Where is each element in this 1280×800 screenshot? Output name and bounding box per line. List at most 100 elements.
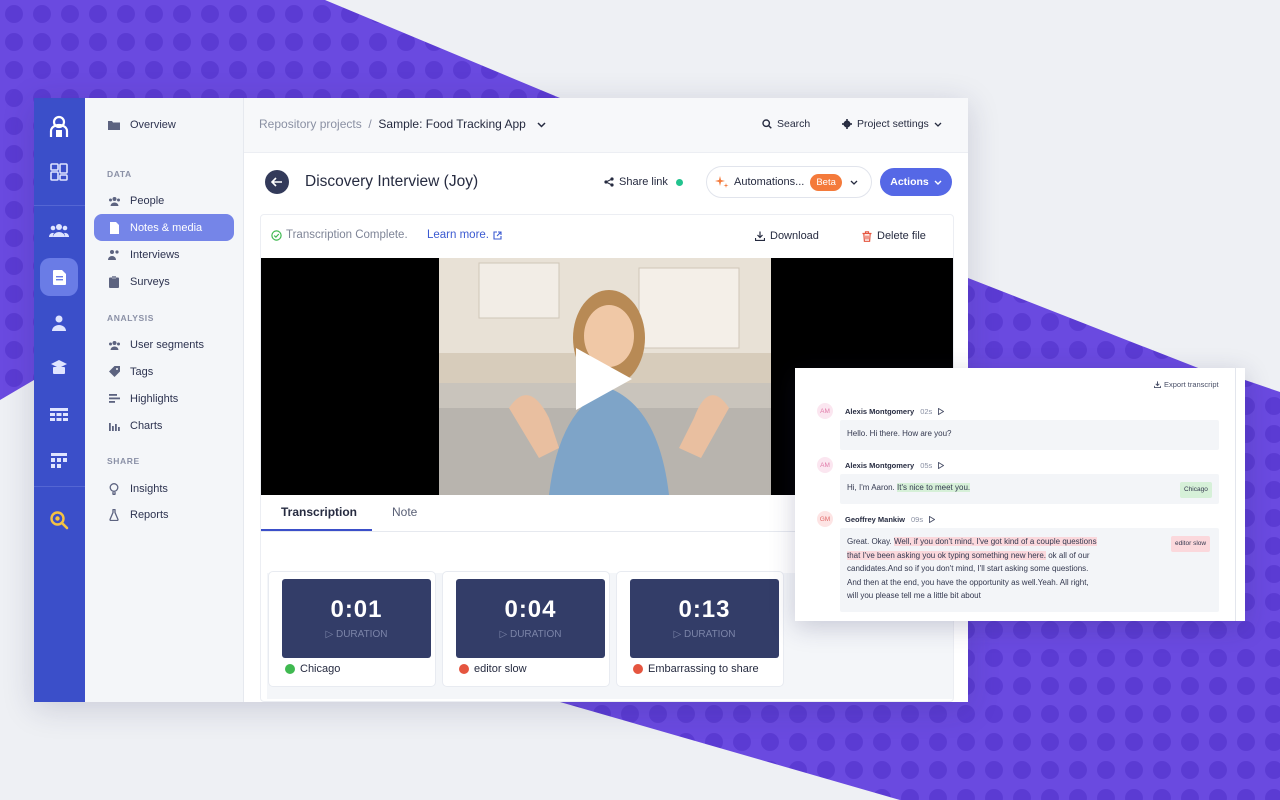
- table-rail-icon[interactable]: [40, 396, 78, 434]
- logo-icon[interactable]: [40, 108, 78, 146]
- automations-button[interactable]: Automations... Beta: [706, 166, 872, 198]
- sidebar-item-user-segments[interactable]: User segments: [94, 331, 234, 358]
- highlight-tag-label: Chicago: [300, 663, 341, 675]
- learn-more-label: Learn more.: [427, 229, 490, 241]
- export-transcript-button[interactable]: Export transcript: [1154, 380, 1219, 389]
- highlighted-text[interactable]: that I've been asking you ok typing some…: [847, 550, 1046, 560]
- sidebar-item-highlights[interactable]: Highlights: [94, 385, 234, 412]
- sidebar-item-label: Notes & media: [130, 221, 203, 234]
- highlight-card[interactable]: 0:13 ▷ DURATION Embarrassing to share: [616, 571, 784, 687]
- message-text: Hello. Hi there. How are you?: [847, 429, 952, 438]
- play-icon[interactable]: [938, 461, 945, 469]
- play-icon[interactable]: [929, 515, 936, 523]
- timestamp[interactable]: 09s: [911, 515, 923, 524]
- actions-button[interactable]: Actions: [880, 168, 952, 196]
- download-label: Download: [770, 230, 819, 242]
- highlighted-text[interactable]: It's nice to meet you.: [897, 483, 971, 492]
- chevron-down-icon[interactable]: [537, 122, 546, 128]
- speaker-row: GM Geoffrey Mankiw 09s: [817, 511, 936, 527]
- tab-transcription[interactable]: Transcription: [281, 505, 357, 519]
- message-text: Hi, I'm Aaron.: [847, 483, 895, 492]
- speaker-row: AM Alexis Montgomery 05s: [817, 457, 945, 473]
- delete-file-button[interactable]: Delete file: [862, 230, 926, 242]
- sidebar-item-label: Highlights: [130, 392, 179, 405]
- highlight-thumbnail[interactable]: 0:04 ▷ DURATION: [456, 579, 605, 658]
- sidebar-item-label: User segments: [130, 338, 204, 351]
- highlighted-text[interactable]: Well, if you don't mind, I've got kind o…: [894, 537, 1097, 546]
- play-icon[interactable]: [938, 407, 945, 415]
- back-button[interactable]: [265, 170, 289, 194]
- grid-rail-icon[interactable]: [40, 441, 78, 479]
- sidebar-item-surveys[interactable]: Surveys: [94, 268, 234, 295]
- page-title: Discovery Interview (Joy): [305, 173, 479, 190]
- dashboard-icon[interactable]: [40, 153, 78, 191]
- highlight-thumbnail[interactable]: 0:01 ▷ DURATION: [282, 579, 431, 658]
- clipboard-icon: [107, 275, 121, 289]
- scrollbar-track[interactable]: [1235, 368, 1236, 621]
- tag-chip[interactable]: editor slow: [1171, 536, 1211, 552]
- tab-note[interactable]: Note: [392, 505, 417, 519]
- message-text: ok all of our: [1048, 550, 1090, 560]
- check-circle-icon: [271, 229, 282, 241]
- section-title-share: SHARE: [107, 456, 140, 466]
- notes-rail-icon[interactable]: [40, 258, 78, 296]
- tag-color-dot: [633, 664, 643, 674]
- highlight-time: 0:04: [504, 596, 557, 623]
- sparkle-icon: [715, 176, 729, 188]
- highlight-thumbnail[interactable]: 0:13 ▷ DURATION: [630, 579, 779, 658]
- sidebar-item-people[interactable]: People: [94, 187, 234, 214]
- highlight-tag: editor slow: [459, 663, 527, 675]
- sidebar-item-tags[interactable]: Tags: [94, 358, 234, 385]
- transcript-message[interactable]: Hi, I'm Aaron. It's nice to meet you. Ch…: [840, 474, 1219, 504]
- message-line: Great. Okay. Well, if you don't mind, I'…: [847, 535, 1212, 549]
- timestamp[interactable]: 05s: [920, 461, 932, 470]
- highlight-tag-label: editor slow: [474, 663, 527, 675]
- download-icon: [1154, 381, 1161, 388]
- play-icon[interactable]: [574, 346, 634, 412]
- search-button[interactable]: Search: [762, 118, 810, 130]
- avatar: AM: [817, 457, 833, 473]
- learn-rail-icon[interactable]: [40, 348, 78, 386]
- title-row: Discovery Interview (Joy) Share link Aut…: [244, 166, 968, 202]
- breadcrumb-parent-link[interactable]: Repository projects: [259, 117, 362, 131]
- status-dot: [675, 178, 683, 186]
- highlight-card[interactable]: 0:04 ▷ DURATION editor slow: [442, 571, 610, 687]
- sidebar-item-label: Interviews: [130, 248, 180, 261]
- transcript-message[interactable]: Hello. Hi there. How are you?: [840, 420, 1219, 450]
- highlight-tag: Embarrassing to share: [633, 663, 759, 675]
- share-link-button[interactable]: Share link: [604, 176, 683, 188]
- message-line: And then at the end, you have the opport…: [847, 577, 1089, 587]
- sidebar-item-label: People: [130, 194, 165, 207]
- duration-label: ▷ DURATION: [325, 629, 388, 640]
- sidebar-item-reports[interactable]: Reports: [94, 501, 234, 528]
- sidebar-item-charts[interactable]: Charts: [94, 412, 234, 439]
- highlight-card[interactable]: 0:01 ▷ DURATION Chicago: [268, 571, 436, 687]
- people-rail-icon[interactable]: [40, 211, 78, 249]
- notes-icon: [107, 221, 121, 235]
- timestamp[interactable]: 02s: [920, 407, 932, 416]
- sidebar-item-insights[interactable]: Insights: [94, 475, 234, 502]
- person-rail-icon[interactable]: [40, 304, 78, 342]
- highlights-icon: [107, 392, 121, 406]
- download-button[interactable]: Download: [755, 230, 819, 242]
- search-insight-rail-icon[interactable]: [40, 501, 78, 539]
- interviews-icon: [107, 248, 121, 262]
- active-tab-indicator: [261, 529, 372, 531]
- sidebar-item-interviews[interactable]: Interviews: [94, 241, 234, 268]
- download-icon: [755, 231, 765, 241]
- share-icon: [604, 177, 614, 187]
- breadcrumb-current[interactable]: Sample: Food Tracking App: [378, 117, 525, 131]
- project-settings-button[interactable]: Project settings: [842, 118, 942, 130]
- speaker-name: Alexis Montgomery: [845, 460, 915, 470]
- sidebar-item-overview[interactable]: Overview: [94, 111, 234, 138]
- duration-label: ▷ DURATION: [499, 629, 562, 640]
- learn-more-link[interactable]: Learn more.: [427, 229, 502, 241]
- sidebar-item-notes-media[interactable]: Notes & media: [94, 214, 234, 241]
- chevron-down-icon: [850, 180, 858, 185]
- avatar: AM: [817, 403, 833, 419]
- export-transcript-label: Export transcript: [1164, 380, 1219, 389]
- transcript-message[interactable]: Great. Okay. Well, if you don't mind, I'…: [840, 528, 1219, 612]
- highlight-tag-label: Embarrassing to share: [648, 663, 759, 675]
- tag-chip[interactable]: Chicago: [1180, 482, 1212, 498]
- tag-color-dot: [459, 664, 469, 674]
